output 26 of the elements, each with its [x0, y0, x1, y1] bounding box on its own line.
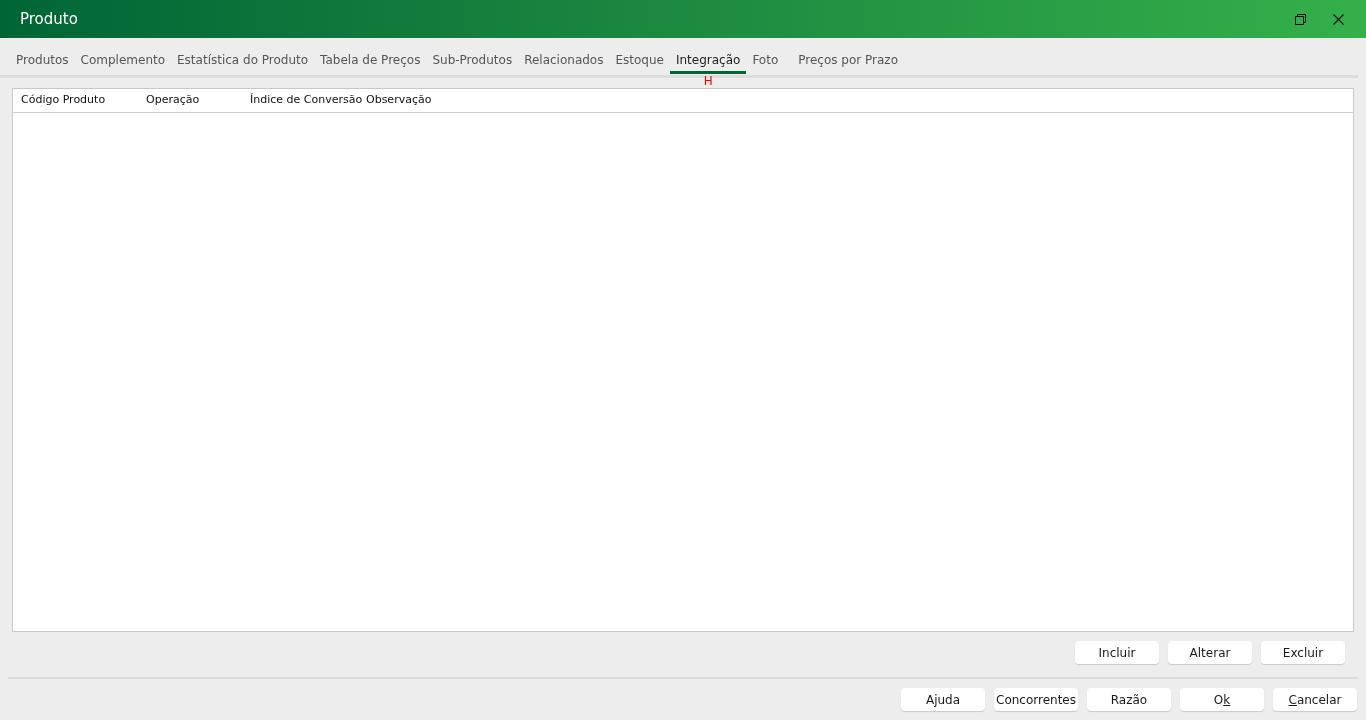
window-title: Produto	[20, 8, 79, 30]
tab[interactable]: Complemento	[74, 51, 172, 74]
dialog-button[interactable]: Ajuda	[901, 688, 985, 711]
tab[interactable]: Sub-Produtos	[426, 51, 519, 74]
dialog-button[interactable]: Alterar	[1168, 641, 1252, 664]
column-header[interactable]: Código Produto	[21, 92, 146, 109]
dialog-button[interactable]: Cancelar	[1273, 688, 1357, 711]
tab[interactable]: Estatística do Produto	[171, 51, 315, 74]
tab[interactable]: Produtos	[10, 51, 75, 74]
keytip: H	[703, 74, 713, 88]
tab[interactable]: Relacionados	[518, 51, 610, 74]
tab[interactable]: Foto	[746, 51, 785, 74]
dialog-button[interactable]: Concorrentes	[994, 688, 1078, 711]
dialog-button[interactable]: Ok	[1180, 688, 1264, 711]
dialog-button[interactable]: Incluir	[1075, 641, 1159, 664]
restore-icon	[1294, 13, 1306, 25]
tab[interactable]: Preços por Prazo	[792, 51, 904, 74]
dialog-button[interactable]: Razão	[1087, 688, 1171, 711]
dialog-button[interactable]: Excluir	[1261, 641, 1345, 664]
tab[interactable]: Estoque	[609, 51, 670, 74]
column-header[interactable]: Observação	[366, 92, 486, 109]
tab[interactable]: Tabela de Preços	[314, 51, 427, 74]
close-icon	[1332, 13, 1344, 25]
tab[interactable]: Integração	[669, 51, 747, 74]
column-header[interactable]: Operação	[146, 92, 250, 109]
column-header[interactable]: Índice de Conversão	[250, 92, 366, 109]
